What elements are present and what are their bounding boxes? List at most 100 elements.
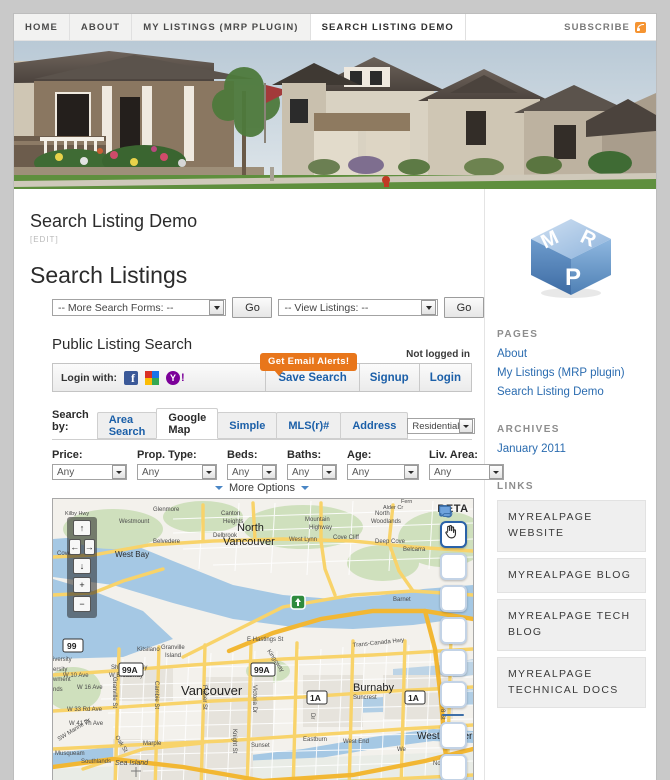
chevron-down-icon	[112, 465, 126, 479]
svg-text:North: North	[237, 522, 264, 534]
tab-label: Simple	[229, 419, 266, 432]
svg-text:Fraser St: Fraser St	[201, 685, 207, 710]
more-options-toggle[interactable]: More Options	[52, 482, 472, 494]
pan-right-icon[interactable]: →	[83, 539, 95, 555]
tab-address[interactable]: Address	[340, 412, 409, 439]
polygon-draw-tool-icon[interactable]	[439, 505, 467, 644]
facebook-icon[interactable]	[123, 370, 138, 386]
sidebar-link-my-listings[interactable]: My Listings (MRP plugin)	[497, 367, 656, 379]
svg-text:Deep Cove: Deep Cove	[375, 539, 406, 545]
nav-item-about[interactable]: About	[69, 14, 133, 40]
zoom-row-out: −	[69, 596, 95, 612]
filter-prop-type: Prop. Type: Any	[137, 449, 217, 480]
pan-down-icon[interactable]: ↓	[73, 558, 91, 574]
nav-item-search-listing-demo[interactable]: Search Listing Demo	[310, 14, 466, 40]
svg-text:Belvedere: Belvedere	[153, 539, 181, 545]
view-listings-select[interactable]: -- View Listings: --	[278, 299, 438, 316]
svg-text:Westmount: Westmount	[119, 519, 150, 525]
beds-value: Any	[232, 466, 250, 478]
zoom-out-icon[interactable]: −	[73, 596, 91, 612]
subscribe-link[interactable]: Subscribe	[554, 14, 656, 40]
map-pan-zoom-control[interactable]: ↑ ← → ↓ + −	[67, 517, 97, 618]
svg-text:Marple: Marple	[143, 741, 162, 747]
property-class-select[interactable]: Residential	[407, 418, 476, 434]
tab-google-map[interactable]: Google Map	[156, 408, 219, 439]
sidebar-link-january-2011[interactable]: January 2011	[497, 443, 656, 455]
edit-link[interactable]: [EDIT]	[30, 235, 484, 244]
nav-item-home[interactable]: Home	[14, 14, 70, 40]
filter-beds: Beds: Any	[227, 449, 277, 480]
search-by-tabs: Area Search Google Map Simple MLS(r)# Ad…	[96, 408, 409, 439]
prop-type-select[interactable]: Any	[137, 464, 217, 480]
page-body: Search Listing Demo [EDIT] Search Listin…	[14, 189, 656, 780]
pan-up-icon[interactable]: ↑	[73, 520, 91, 536]
svg-text:Sunset: Sunset	[251, 743, 270, 749]
svg-text:1A: 1A	[310, 693, 321, 703]
clear-shapes-tool-icon[interactable]	[439, 505, 467, 676]
tab-label: MLS(r)#	[288, 419, 330, 432]
zoom-in-icon[interactable]: +	[73, 577, 91, 593]
sidebar-link-myrealpage-blog[interactable]: MyRealPage Blog	[497, 557, 646, 594]
comment-tool-icon[interactable]	[439, 505, 467, 780]
svg-text:We: We	[397, 747, 407, 753]
beds-select[interactable]: Any	[227, 464, 277, 480]
search-forms-row: -- More Search Forms: -- Go -- View List…	[52, 297, 484, 318]
get-email-alerts-badge[interactable]: Get Email Alerts!	[260, 353, 358, 376]
prop-type-value: Any	[142, 466, 160, 478]
nav-item-my-listings[interactable]: My Listings (MRP plugin)	[132, 14, 311, 40]
view-listings-go-button[interactable]: Go	[444, 297, 484, 318]
yahoo-icon[interactable]: Y	[165, 370, 185, 385]
login-providers: Login with: Y	[53, 364, 265, 391]
main-content: Search Listing Demo [EDIT] Search Listin…	[14, 189, 504, 780]
login-bar-wrapper: Not logged in Get Email Alerts! Login wi…	[52, 349, 472, 392]
filter-label: Baths:	[287, 449, 322, 461]
tab-label: Area Search	[108, 413, 146, 438]
login-button[interactable]: Login	[418, 364, 471, 391]
tab-simple[interactable]: Simple	[217, 412, 278, 439]
age-value: Any	[352, 466, 370, 478]
mrp-logo: M R P	[485, 213, 656, 303]
price-select[interactable]: Any	[52, 464, 127, 480]
circle-draw-tool-icon[interactable]	[439, 505, 467, 612]
google-map-canvas[interactable]: Westmount Glenmore Canton Heights Delbro…	[52, 498, 474, 780]
rectangle-draw-tool-icon[interactable]	[439, 505, 467, 580]
pan-row-down: ↓	[69, 558, 95, 574]
search-by-tabs-row: Search by: Area Search Google Map Simple…	[52, 408, 476, 439]
sidebar-link-about[interactable]: About	[497, 348, 656, 360]
sidebar-link-myrealpage-website[interactable]: MyRealPage Website	[497, 500, 646, 552]
filter-baths: Baths: Any	[287, 449, 337, 480]
sidebar-link-search-listing-demo[interactable]: Search Listing Demo	[497, 386, 656, 398]
area-select-tool-icon[interactable]	[438, 505, 467, 708]
filter-age: Age: Any	[347, 449, 419, 480]
tab-mls-number[interactable]: MLS(r)#	[276, 412, 342, 439]
sidebar-link-myrealpage-tech-blog[interactable]: MyRealPage Tech Blog	[497, 599, 646, 651]
svg-text:Glenmore: Glenmore	[153, 507, 180, 513]
svg-text:nds: nds	[53, 687, 63, 693]
filter-price: Price: Any	[52, 449, 127, 480]
svg-text:Burnaby: Burnaby	[353, 682, 394, 694]
property-class-value: Residential	[412, 420, 460, 432]
view-listings-value: -- View Listings: --	[284, 301, 369, 314]
more-search-forms-value: -- More Search Forms: --	[58, 301, 174, 314]
google-icon[interactable]	[144, 370, 159, 385]
toolbar-divider	[442, 714, 464, 716]
pan-row-up: ↑	[69, 520, 95, 536]
chevron-down-icon	[322, 465, 336, 479]
pan-left-icon[interactable]: ←	[69, 539, 81, 555]
age-select[interactable]: Any	[347, 464, 419, 480]
svg-text:P: P	[565, 264, 581, 291]
liv-area-select[interactable]: Any	[429, 464, 504, 480]
signup-button[interactable]: Signup	[358, 364, 419, 391]
svg-text:Kitsilano: Kitsilano	[137, 647, 160, 653]
svg-text:99A: 99A	[122, 665, 138, 675]
hand-pan-tool-icon[interactable]	[439, 521, 467, 548]
more-search-forms-go-button[interactable]: Go	[232, 297, 273, 318]
layers-tool-icon[interactable]	[439, 505, 467, 749]
tab-area-search[interactable]: Area Search	[96, 412, 158, 439]
svg-text:W 10 Ave: W 10 Ave	[63, 673, 89, 679]
tab-underline	[52, 439, 472, 440]
baths-select[interactable]: Any	[287, 464, 337, 480]
more-search-forms-select[interactable]: -- More Search Forms: --	[52, 299, 227, 316]
svg-text:Granville: Granville	[161, 645, 185, 651]
sidebar-link-myrealpage-technical-docs[interactable]: MyRealPage Technical Docs	[497, 656, 646, 709]
